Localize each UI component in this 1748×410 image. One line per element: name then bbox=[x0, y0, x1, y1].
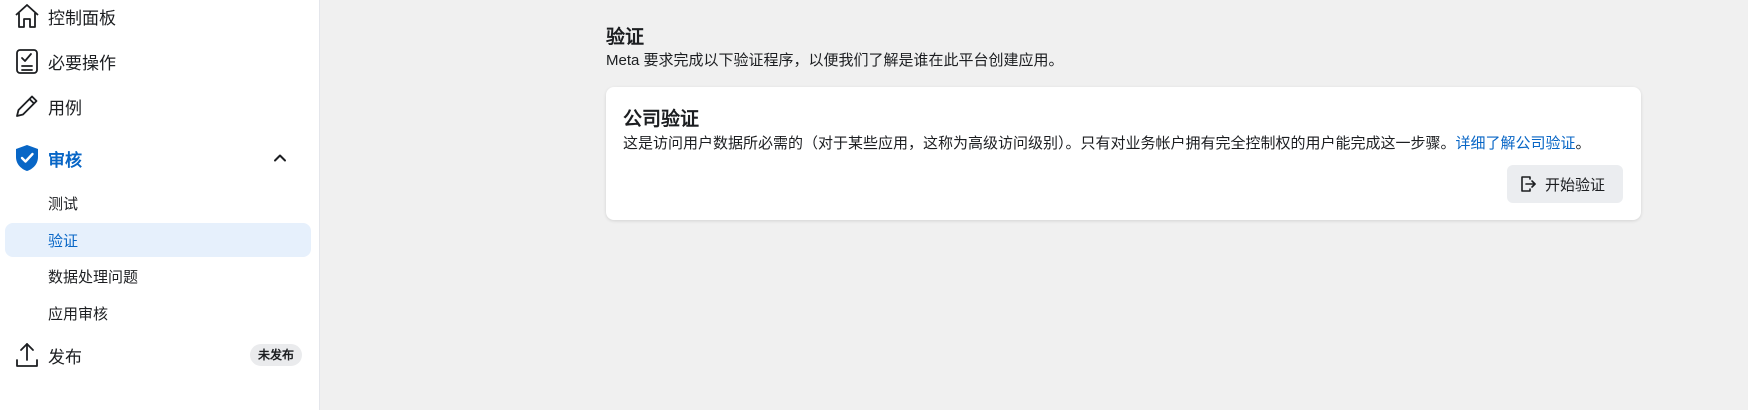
card-description-text: 这是访问用户数据所必需的（对于某些应用，这称为高级访问级别）。只有对业务帐户拥有… bbox=[623, 135, 1456, 152]
sidebar-item-required-actions[interactable]: 必要操作 bbox=[0, 41, 320, 81]
sidebar-item-use-cases[interactable]: 用例 bbox=[0, 86, 320, 126]
pencil-icon bbox=[12, 91, 42, 121]
card-description-trailing: 。 bbox=[1575, 135, 1591, 152]
sidebar-item-label: 用例 bbox=[48, 98, 82, 118]
sidebar-item-dashboard[interactable]: 控制面板 bbox=[0, 0, 320, 36]
clipboard-check-icon bbox=[12, 46, 42, 76]
sidebar-item-label: 必要操作 bbox=[48, 53, 116, 73]
sidebar-subitem-label: 应用审核 bbox=[48, 305, 109, 323]
sidebar-subitem-verification[interactable]: 验证 bbox=[5, 223, 311, 257]
chevron-up-icon[interactable] bbox=[270, 148, 290, 168]
status-badge: 未发布 bbox=[250, 344, 303, 366]
sidebar-subitem-testing[interactable]: 测试 bbox=[5, 186, 311, 220]
sidebar-item-label: 发布 bbox=[48, 347, 82, 367]
sidebar-item-publish[interactable]: 发布 未发布 bbox=[0, 335, 320, 375]
business-verification-card: 公司验证 这是访问用户数据所必需的（对于某些应用，这称为高级访问级别）。只有对业… bbox=[606, 87, 1641, 220]
sidebar-item-label: 控制面板 bbox=[48, 8, 116, 28]
sidebar-subitem-app-review[interactable]: 应用审核 bbox=[5, 296, 311, 330]
sidebar-subitem-label: 验证 bbox=[48, 232, 79, 250]
exit-icon bbox=[1521, 176, 1536, 192]
upload-icon bbox=[12, 340, 42, 370]
page-title: 验证 bbox=[606, 27, 645, 48]
sidebar-item-review[interactable]: 审核 bbox=[0, 138, 320, 178]
sidebar-subitem-data-handling[interactable]: 数据处理问题 bbox=[5, 259, 311, 293]
start-verification-label: 开始验证 bbox=[1545, 176, 1606, 194]
start-verification-button[interactable]: 开始验证 bbox=[1507, 165, 1623, 203]
card-description: 这是访问用户数据所必需的（对于某些应用，这称为高级访问级别）。只有对业务帐户拥有… bbox=[623, 132, 1591, 153]
learn-more-link[interactable]: 详细了解公司验证 bbox=[1456, 135, 1576, 152]
page-subtitle: Meta 要求完成以下验证程序，以便我们了解是谁在此平台创建应用。 bbox=[606, 52, 1064, 69]
sidebar-subitem-label: 测试 bbox=[48, 195, 79, 213]
card-title: 公司验证 bbox=[623, 109, 700, 130]
home-icon bbox=[12, 1, 42, 31]
shield-check-icon bbox=[12, 143, 42, 173]
sidebar-subitem-label: 数据处理问题 bbox=[48, 268, 139, 286]
sidebar-item-label: 审核 bbox=[48, 150, 82, 170]
sidebar: 控制面板 必要操作 用例 审核 测试 验证 数据处理问题 应用审核 发布 未发布 bbox=[0, 0, 320, 410]
